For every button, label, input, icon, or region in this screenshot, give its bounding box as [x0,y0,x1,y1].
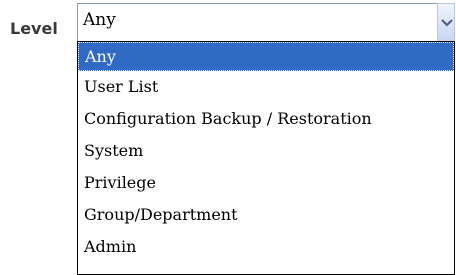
option-system[interactable]: System [78,135,454,167]
level-select-value: Any [83,10,116,30]
option-group-department[interactable]: Group/Department [78,199,454,231]
option-user-list[interactable]: User List [78,71,454,103]
option-configuration-backup-restoration[interactable]: Configuration Backup / Restoration [78,103,454,135]
level-label: Level [10,19,58,38]
chevron-down-icon [441,19,453,27]
option-admin[interactable]: Admin [78,231,454,263]
option-privilege[interactable]: Privilege [78,167,454,199]
dropdown-toggle-button[interactable] [437,3,455,42]
level-filter: Level Any Any User List Configuration Ba… [0,0,456,275]
level-options-list: Any User List Configuration Backup / Res… [77,41,455,275]
option-any[interactable]: Any [78,42,454,71]
level-select[interactable]: Any [77,3,455,42]
